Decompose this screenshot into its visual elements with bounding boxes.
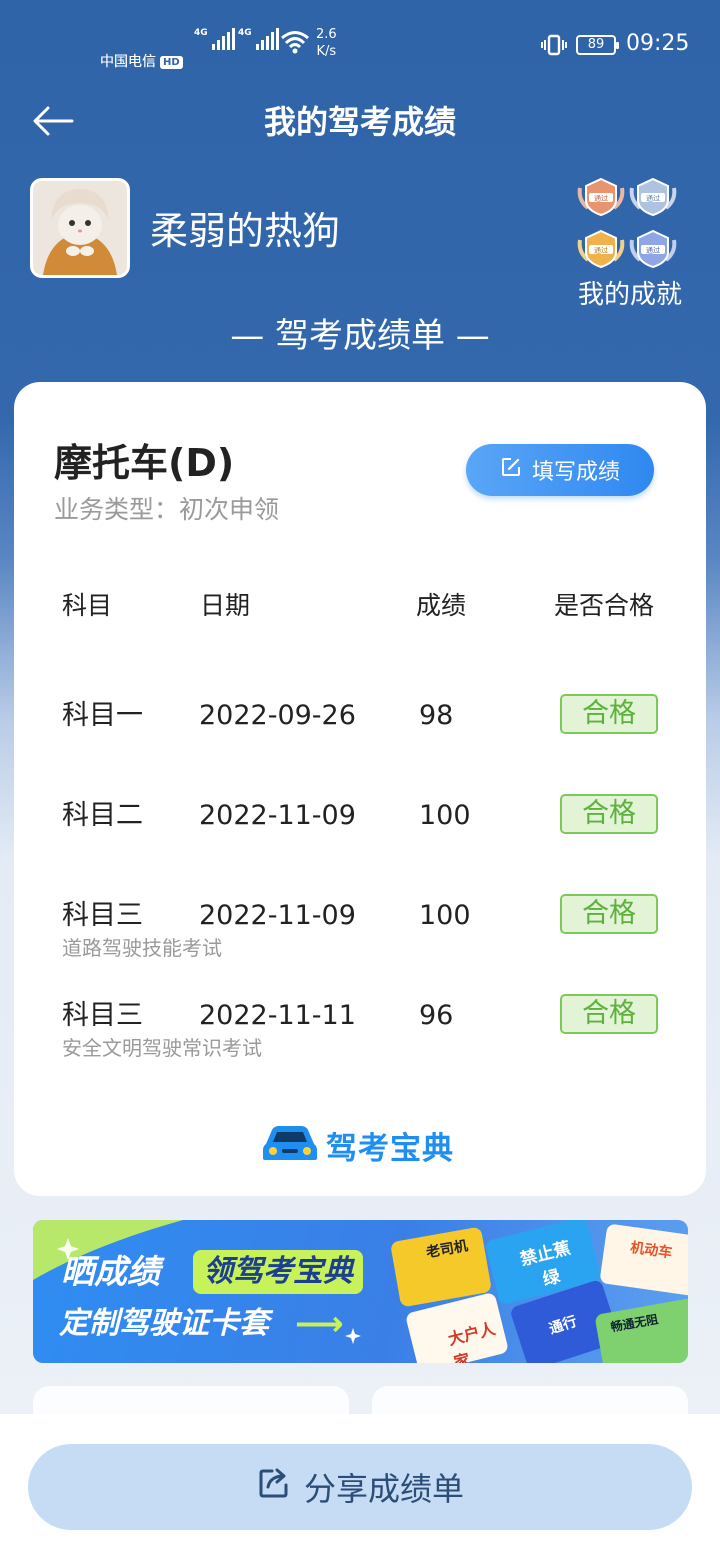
signal-icon: 4G [238, 28, 279, 50]
wifi-icon [280, 30, 310, 60]
avatar[interactable] [30, 178, 130, 278]
column-header-score: 成绩 [416, 591, 467, 620]
bottom-bar: 分享成绩单 [0, 1414, 720, 1560]
medal-bronze-icon: 通过 [576, 176, 626, 218]
row-date: 2022-11-09 [199, 800, 356, 831]
row-subject: 科目三 [62, 900, 143, 931]
column-header-pass: 是否合格 [554, 591, 655, 620]
carrier-2: 中国电信 [100, 54, 156, 70]
banner-line2: 定制驾驶证卡套 [59, 1306, 269, 1341]
network-speed: 2.6 K/s [316, 27, 337, 59]
promo-banner[interactable]: 晒成绩 领驾考宝典 定制驾驶证卡套 ⟶ 老司机 禁止蕉绿 机动车 大户人家 通行… [33, 1220, 688, 1363]
share-icon [256, 1465, 292, 1509]
row-note: 道路驾驶技能考试 [62, 936, 222, 960]
edit-icon [500, 456, 522, 484]
pass-badge: 合格 [560, 794, 658, 834]
banner-line1: 晒成绩 [61, 1252, 160, 1291]
row-subject: 科目一 [62, 700, 143, 731]
svg-text:通过: 通过 [646, 246, 660, 255]
page-title: 我的驾考成绩 [263, 103, 456, 141]
fill-score-button[interactable]: 填写成绩 [466, 444, 654, 496]
banner-highlight: 领驾考宝典 [193, 1250, 363, 1294]
achievement-medals[interactable]: 通过 通过 通过 通过 [574, 176, 684, 272]
medal-silver-icon: 通过 [628, 176, 678, 218]
row-score: 100 [419, 800, 471, 831]
share-button[interactable]: 分享成绩单 [28, 1444, 692, 1530]
battery-icon: 89 [576, 35, 619, 55]
row-date: 2022-11-09 [199, 900, 356, 931]
score-card: 摩托车(D) 业务类型：初次申领 填写成绩 科目 日期 成绩 是否合格 科目一 … [14, 382, 706, 1196]
hd-badge: HD [160, 55, 183, 69]
business-type: 业务类型：初次申领 [54, 495, 280, 524]
brand-logo: 驾考宝典 [260, 1122, 454, 1168]
username: 柔弱的热狗 [150, 209, 341, 253]
medal-platinum-icon: 通过 [628, 228, 678, 270]
medal-gold-icon: 通过 [576, 228, 626, 270]
row-score: 98 [419, 700, 454, 731]
row-score: 100 [419, 900, 471, 931]
pass-badge: 合格 [560, 994, 658, 1034]
brand-name: 驾考宝典 [326, 1130, 454, 1167]
vibrate-icon [540, 34, 568, 61]
row-subject: 科目二 [62, 800, 143, 831]
share-label: 分享成绩单 [303, 1470, 464, 1508]
signal-icon: 4G [194, 28, 235, 50]
column-header-subject: 科目 [62, 591, 113, 620]
arrow-right-icon: ⟶ [295, 1304, 344, 1344]
table-row: 科目三 2022-11-09 100 合格 道路驾驶技能考试 [14, 882, 706, 962]
report-title: — 驾考成绩单 — [230, 316, 490, 356]
table-row: 科目三 2022-11-11 96 合格 安全文明驾驶常识考试 [14, 982, 706, 1062]
pass-badge: 合格 [560, 694, 658, 734]
fill-score-label: 填写成绩 [531, 460, 620, 485]
pass-badge: 合格 [560, 894, 658, 934]
table-row: 科目一 2022-09-26 98 合格 [14, 682, 706, 762]
svg-text:通过: 通过 [594, 246, 608, 255]
row-date: 2022-09-26 [199, 700, 356, 731]
car-icon [260, 1122, 320, 1168]
row-subject: 科目三 [62, 1000, 143, 1031]
status-bar: 中国电信HD 中国电信HD 4G 4G 2.6 K/s 89 09:25 [0, 0, 720, 88]
row-date: 2022-11-11 [199, 1000, 356, 1031]
column-header-date: 日期 [200, 591, 251, 620]
svg-text:通过: 通过 [594, 194, 608, 203]
row-score: 96 [419, 1000, 454, 1031]
vehicle-type: 摩托车(D) [54, 441, 235, 485]
svg-text:通过: 通过 [646, 194, 660, 203]
table-row: 科目二 2022-11-09 100 合格 [14, 782, 706, 862]
row-note: 安全文明驾驶常识考试 [62, 1036, 262, 1060]
achievements-link[interactable]: 我的成就 [560, 276, 700, 314]
clock: 09:25 [626, 31, 690, 56]
